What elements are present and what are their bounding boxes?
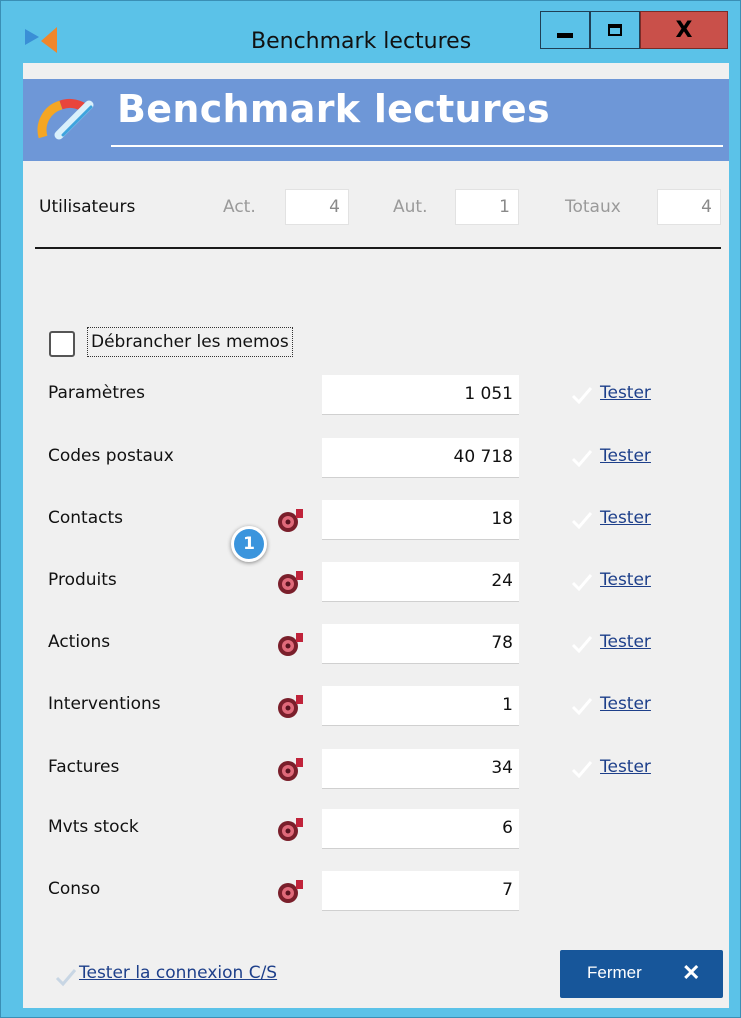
callout-badge: 1: [231, 526, 267, 562]
row-label: Produits: [48, 570, 117, 590]
row-label: Contacts: [48, 508, 123, 528]
check-icon: [571, 510, 593, 530]
tester-link[interactable]: Tester: [600, 694, 651, 714]
check-icon: [571, 634, 593, 654]
check-icon: [55, 969, 77, 987]
tester-link[interactable]: Tester: [600, 757, 651, 777]
title-underline: [111, 145, 723, 147]
window-close-button[interactable]: X: [640, 11, 728, 49]
benchmark-row: Codes postaux 40 718 Tester: [23, 438, 729, 480]
tester-link[interactable]: Tester: [600, 570, 651, 590]
row-label: Mvts stock: [48, 817, 139, 837]
table-index-icon: [275, 506, 305, 534]
close-button-label: Fermer: [587, 963, 642, 982]
close-icon: X: [675, 17, 693, 43]
app-logo-icon: [25, 27, 57, 53]
benchmark-row: Conso 7: [23, 871, 729, 913]
row-count-field: 1 051: [322, 375, 519, 415]
benchmark-window: Benchmark lectures X Benchmark lectures …: [0, 0, 741, 1018]
row-count-field: 24: [322, 562, 519, 602]
table-index-icon: [275, 815, 305, 843]
row-count-field: 18: [322, 500, 519, 540]
check-icon: [571, 448, 593, 468]
row-count-field: 6: [322, 809, 519, 849]
benchmark-row: Mvts stock 6: [23, 809, 729, 851]
benchmark-row: Interventions 1 Tester: [23, 686, 729, 728]
minimize-icon: [557, 32, 573, 38]
active-users-field: 4: [285, 189, 349, 225]
check-icon: [571, 759, 593, 779]
benchmark-row: Actions 78 Tester: [23, 624, 729, 666]
row-label: Interventions: [48, 694, 161, 714]
close-icon: ✕: [682, 960, 701, 985]
tester-link[interactable]: Tester: [600, 446, 651, 466]
table-index-icon: [275, 877, 305, 905]
header-banner: Benchmark lectures: [23, 79, 729, 161]
benchmark-row: Produits 24 Tester: [23, 562, 729, 604]
tester-link[interactable]: Tester: [600, 508, 651, 528]
table-index-icon: [275, 755, 305, 783]
close-button[interactable]: Fermer ✕: [560, 950, 723, 998]
disable-memos-label[interactable]: Débrancher les memos: [87, 327, 293, 357]
dialog-body: Benchmark lectures Utilisateurs Act. 4 A…: [23, 63, 729, 1008]
disable-memos-option[interactable]: Débrancher les memos: [49, 327, 349, 361]
tester-link[interactable]: Tester: [600, 632, 651, 652]
check-icon: [571, 572, 593, 592]
check-icon: [571, 385, 593, 405]
authorized-users-label: Aut.: [393, 197, 428, 217]
active-users-label: Act.: [223, 197, 256, 217]
maximize-icon: [608, 24, 622, 36]
row-count-field: 7: [322, 871, 519, 911]
row-label: Codes postaux: [48, 446, 174, 466]
row-count-field: 78: [322, 624, 519, 664]
row-count-field: 40 718: [322, 438, 519, 478]
window-title: Benchmark lectures: [251, 29, 472, 54]
row-count-field: 34: [322, 749, 519, 789]
minimize-button[interactable]: [540, 11, 590, 49]
table-index-icon: [275, 630, 305, 658]
test-connection-link[interactable]: Tester la connexion C/S: [79, 963, 277, 983]
table-index-icon: [275, 692, 305, 720]
total-users-label: Totaux: [565, 197, 621, 217]
authorized-users-field: 1: [455, 189, 519, 225]
row-label: Factures: [48, 757, 120, 777]
check-icon: [571, 696, 593, 716]
maximize-button[interactable]: [590, 11, 640, 49]
benchmark-row: Factures 34 Tester: [23, 749, 729, 791]
benchmark-row: Contacts 18 Tester: [23, 500, 729, 542]
row-label: Actions: [48, 632, 111, 652]
row-label: Paramètres: [48, 383, 145, 403]
table-index-icon: [275, 568, 305, 596]
disable-memos-checkbox[interactable]: [49, 331, 75, 357]
row-label: Conso: [48, 879, 101, 899]
users-row: Utilisateurs Act. 4 Aut. 1 Totaux 4: [23, 183, 729, 233]
title-bar: Benchmark lectures X: [1, 1, 740, 63]
row-count-field: 1: [322, 686, 519, 726]
total-users-field: 4: [657, 189, 721, 225]
users-label: Utilisateurs: [39, 197, 136, 217]
speedometer-icon: [37, 98, 94, 140]
page-title: Benchmark lectures: [117, 87, 550, 131]
benchmark-row: Paramètres 1 051 Tester: [23, 375, 729, 417]
section-divider: [35, 247, 721, 249]
tester-link[interactable]: Tester: [600, 383, 651, 403]
